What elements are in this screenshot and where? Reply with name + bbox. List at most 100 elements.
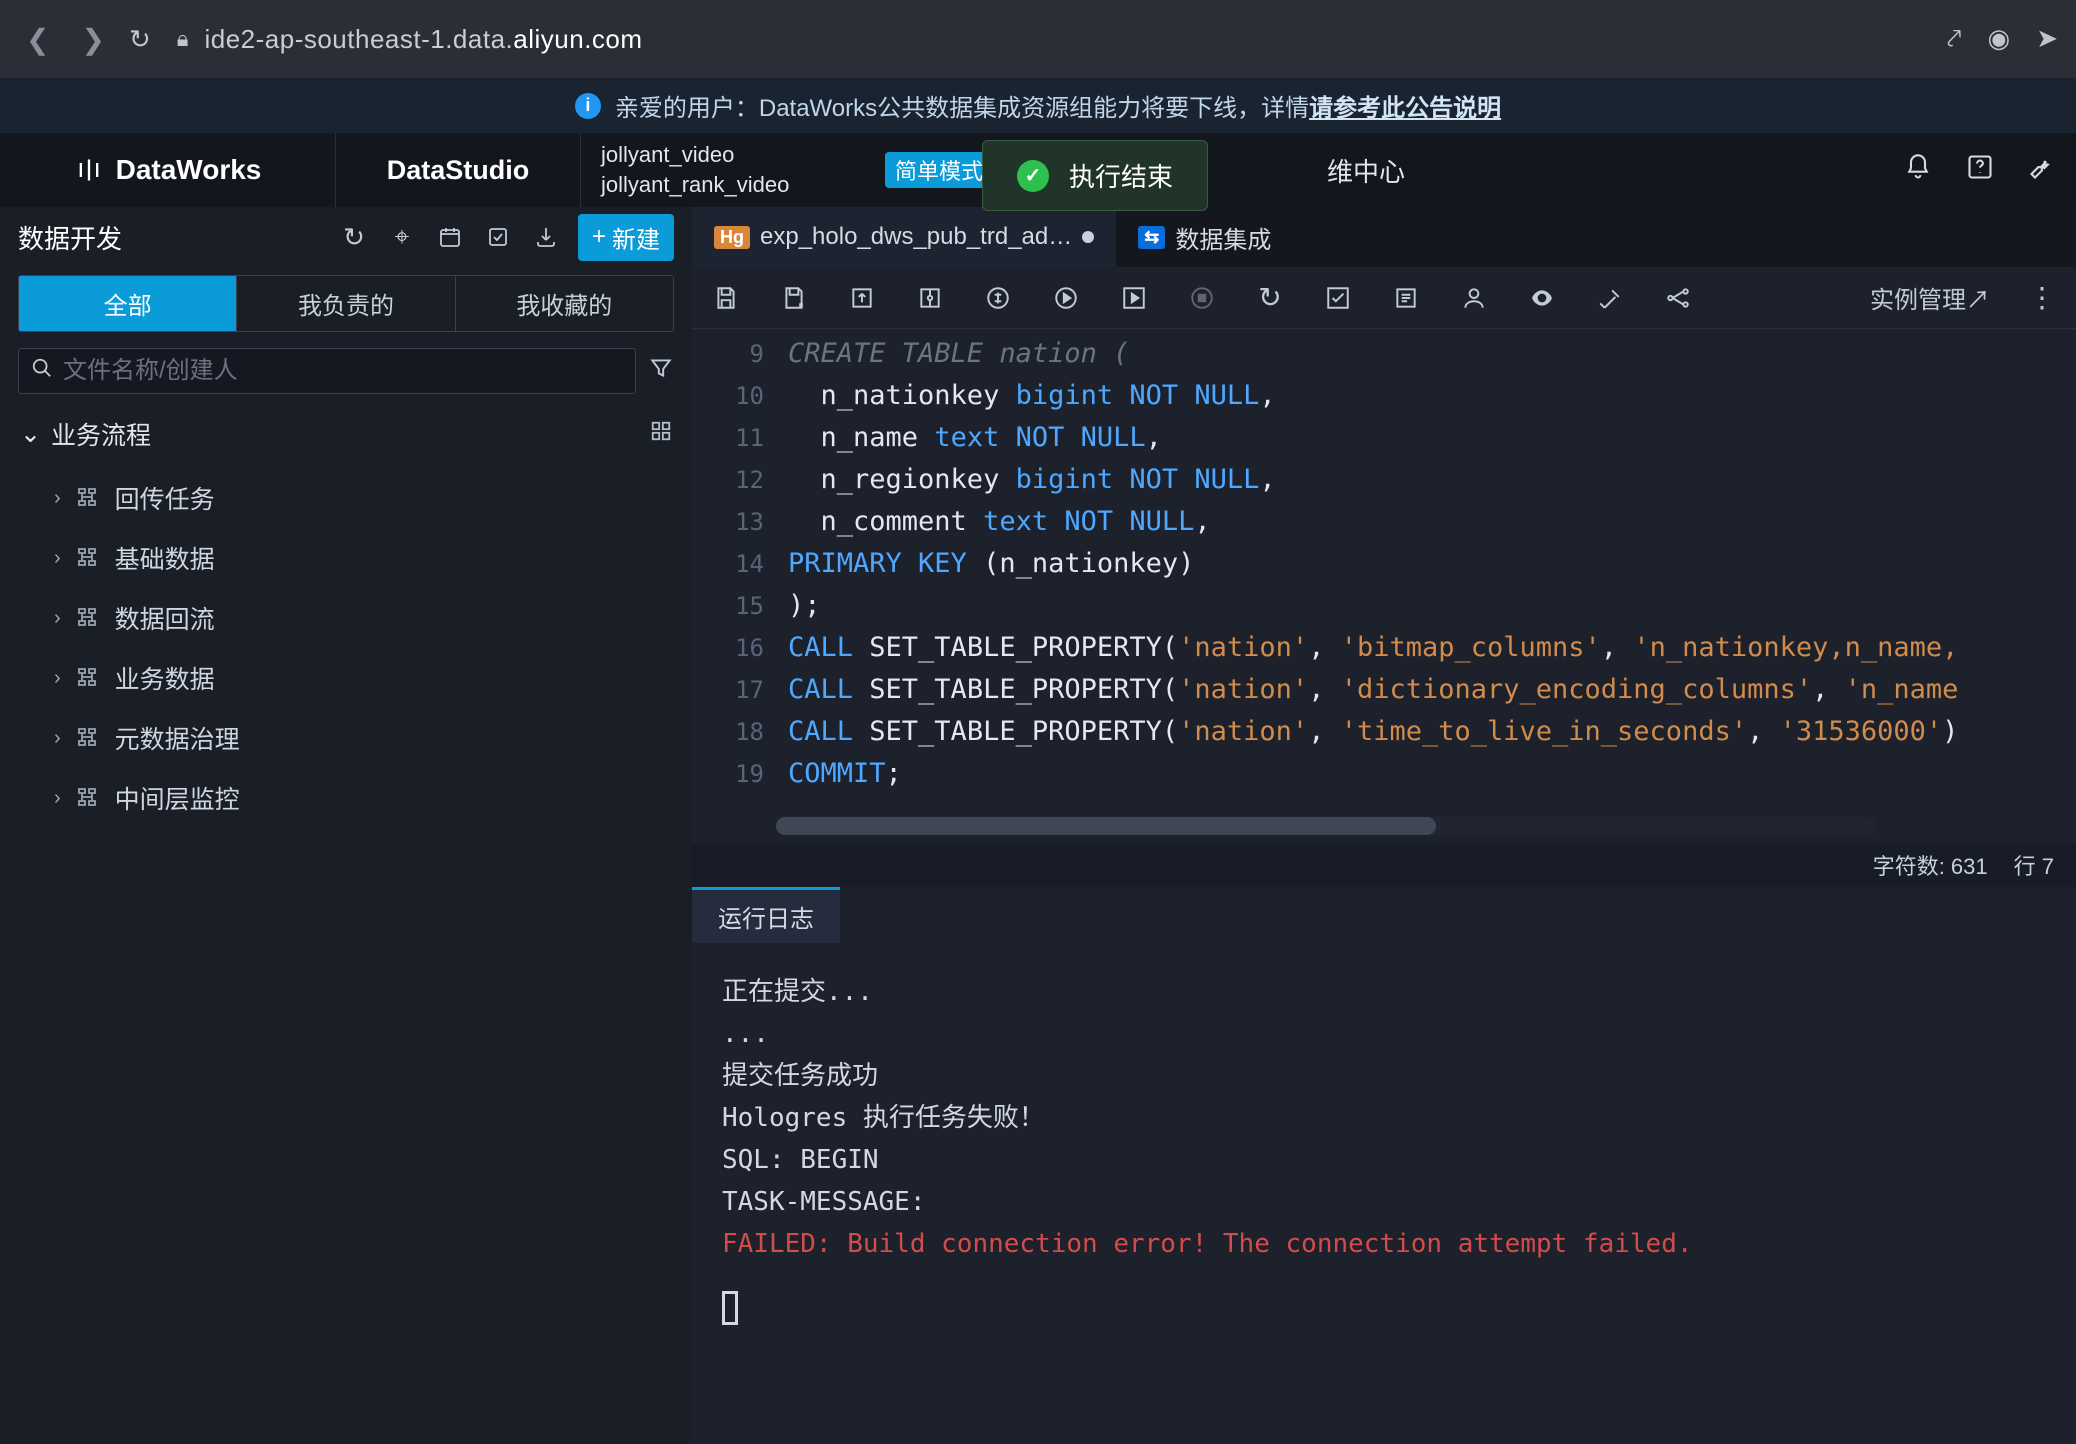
sidebar-titlebar: 数据开发 ↻ ⌖ + 新建 <box>0 207 692 267</box>
graph-icon[interactable] <box>1662 285 1694 311</box>
search-icon <box>31 357 53 385</box>
search-input[interactable] <box>63 357 623 385</box>
chevron-down-icon: ⌄ <box>20 419 41 449</box>
tree-item-label: 元数据治理 <box>115 720 240 756</box>
console-line: FAILED: Build connection error! The conn… <box>722 1223 2046 1265</box>
refresh-icon[interactable]: ↻ <box>338 221 370 253</box>
tree-item[interactable]: ›业务数据 <box>0 648 692 708</box>
save-icon[interactable] <box>710 285 742 311</box>
help-icon[interactable] <box>1966 153 1994 188</box>
code-editor[interactable]: 910111213141516171819 CREATE TABLE natio… <box>692 329 2076 843</box>
notice-text: 亲爱的用户：DataWorks公共数据集成资源组能力将要下线，详情 <box>615 95 1309 122</box>
workflow-icon <box>75 605 101 631</box>
url-prefix: ide2-ap-southeast-1.data. <box>204 24 513 54</box>
commit-icon[interactable] <box>914 285 946 311</box>
reload2-icon[interactable]: ↻ <box>1254 281 1286 314</box>
format-icon[interactable] <box>1390 285 1422 311</box>
scrollbar-thumb[interactable] <box>776 817 1436 835</box>
console-line: TASK-MESSAGE: <box>722 1181 2046 1223</box>
check-icon: ✓ <box>1017 160 1049 192</box>
mode-chip[interactable]: 简单模式 <box>885 152 993 188</box>
tab-all[interactable]: 全部 <box>19 276 236 331</box>
user-icon[interactable] <box>1458 285 1490 311</box>
chevron-right-icon: › <box>54 607 61 630</box>
forward-arrow-icon[interactable]: ❯ <box>73 23 112 56</box>
file-tab-1[interactable]: Hg exp_holo_dws_pub_trd_ad… <box>692 207 1116 267</box>
sidebar: 数据开发 ↻ ⌖ + 新建 全部 我负责的 <box>0 207 692 1444</box>
instance-link[interactable]: 实例管理↗ <box>1870 280 1990 315</box>
back-arrow-icon[interactable]: ❮ <box>18 23 57 56</box>
locate-icon[interactable]: ⌖ <box>386 221 418 253</box>
code-body[interactable]: CREATE TABLE nation ( n_nationkey bigint… <box>776 329 2076 795</box>
sidebar-tabs: 全部 我负责的 我收藏的 <box>18 275 674 332</box>
url-bar[interactable]: ide2-ap-southeast-1.data.aliyun.com <box>204 24 642 55</box>
chevron-right-icon: › <box>54 487 61 510</box>
tree-item[interactable]: ›元数据治理 <box>0 708 692 768</box>
send-icon[interactable]: ➤ <box>2036 23 2058 55</box>
cost-icon[interactable] <box>982 285 1014 311</box>
console-tabs: 运行日志 <box>692 887 2076 943</box>
share-icon[interactable]: ⤤ <box>1947 23 1962 55</box>
file-tab-1-label: exp_holo_dws_pub_trd_ad… <box>760 223 1072 251</box>
calendar-icon[interactable] <box>434 221 466 253</box>
status-strip: 字符数: 631 行 7 <box>692 843 2076 887</box>
studio-name[interactable]: DataStudio <box>335 133 581 207</box>
new-button[interactable]: + 新建 <box>578 214 674 261</box>
unsaved-dot-icon <box>1082 231 1094 243</box>
camera-icon[interactable]: ◉ <box>1988 23 2011 55</box>
file-tab-2-label: 数据集成 <box>1175 220 1271 255</box>
console-line: 提交任务成功 <box>722 1055 2046 1097</box>
project-selector[interactable]: jollyant_video jollyant_rank_video <box>581 133 881 207</box>
check2-icon[interactable] <box>1322 285 1354 311</box>
workflow-icon <box>75 665 101 691</box>
reload-icon[interactable]: ↻ <box>129 24 151 55</box>
horizontal-scrollbar[interactable] <box>776 817 1876 835</box>
save-as-icon[interactable] <box>778 285 810 311</box>
tree-title: 业务流程 <box>51 416 151 452</box>
tree-item-label: 业务数据 <box>115 660 215 696</box>
logo-icon <box>74 155 104 185</box>
tree-list: ›回传任务›基础数据›数据回流›业务数据›元数据治理›中间层监控 <box>0 466 692 830</box>
brand[interactable]: DataWorks <box>0 133 335 207</box>
import-icon[interactable] <box>530 221 562 253</box>
run-selected-icon[interactable] <box>1118 285 1150 311</box>
notice-bar: i 亲爱的用户：DataWorks公共数据集成资源组能力将要下线，详情请参考此公… <box>0 78 2076 133</box>
console-line: 正在提交... <box>722 971 2046 1013</box>
tree-item[interactable]: ›回传任务 <box>0 468 692 528</box>
tree-item[interactable]: ›基础数据 <box>0 528 692 588</box>
search-box[interactable] <box>18 348 636 394</box>
plus-icon: + <box>592 223 606 251</box>
tree-item[interactable]: › 中间层监控 <box>0 768 692 828</box>
main-row: 数据开发 ↻ ⌖ + 新建 全部 我负责的 <box>0 207 2076 1444</box>
more-icon[interactable]: ⋮ <box>2026 281 2058 314</box>
console-line: Hologres 执行任务失败！ <box>722 1097 2046 1139</box>
chevron-right-icon: › <box>54 787 61 810</box>
grid-icon[interactable] <box>650 420 672 449</box>
tools-icon[interactable] <box>1594 285 1626 311</box>
tab-fav[interactable]: 我收藏的 <box>455 276 673 331</box>
console-tab-log[interactable]: 运行日志 <box>692 887 840 943</box>
submit-icon[interactable] <box>846 285 878 311</box>
filter-icon[interactable] <box>648 355 674 388</box>
task-icon[interactable] <box>482 221 514 253</box>
workflow-icon <box>75 725 101 751</box>
toast: ✓ 执行结束 <box>982 140 1208 211</box>
notice-link[interactable]: 请参考此公告说明 <box>1309 95 1501 122</box>
console-body[interactable]: 正在提交......提交任务成功Hologres 执行任务失败！SQL: BEG… <box>692 943 2076 1444</box>
workflow-icon <box>75 485 101 511</box>
eye-icon[interactable] <box>1526 285 1558 311</box>
code-gutter: 910111213141516171819 <box>692 329 776 843</box>
tab-mine[interactable]: 我负责的 <box>236 276 454 331</box>
tree-header[interactable]: ⌄ 业务流程 <box>0 402 692 466</box>
workflow-icon <box>75 785 101 811</box>
file-tab-2[interactable]: ⇆ 数据集成 <box>1116 207 1293 267</box>
bell-icon[interactable] <box>1904 153 1932 188</box>
tree-item[interactable]: ›数据回流 <box>0 588 692 648</box>
wrench-icon[interactable] <box>2028 153 2056 188</box>
url-domain: aliyun.com <box>513 24 642 54</box>
run-icon[interactable] <box>1050 285 1082 311</box>
search-row <box>18 348 674 394</box>
tree-item-label: 中间层监控 <box>115 780 240 816</box>
hg-badge: Hg <box>714 226 750 249</box>
console-line: SQL: BEGIN <box>722 1139 2046 1181</box>
